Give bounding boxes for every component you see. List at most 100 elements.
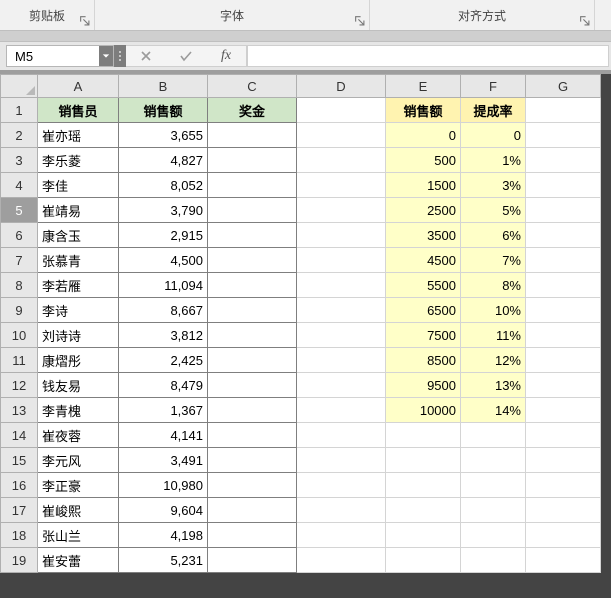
cell-C7[interactable] <box>208 248 297 273</box>
cell-D8[interactable] <box>297 273 386 298</box>
cell-F18[interactable] <box>461 523 526 548</box>
cell-D7[interactable] <box>297 248 386 273</box>
col-header-B[interactable]: B <box>119 75 208 98</box>
cell-A12[interactable]: 钱友易 <box>38 373 119 398</box>
cell-A3[interactable]: 李乐菱 <box>38 148 119 173</box>
cell-F9[interactable]: 10% <box>461 298 526 323</box>
col-header-C[interactable]: C <box>208 75 297 98</box>
cell-G7[interactable] <box>526 248 601 273</box>
cell-D1[interactable] <box>297 98 386 123</box>
cell-G14[interactable] <box>526 423 601 448</box>
cell-C18[interactable] <box>208 523 297 548</box>
cell-B12[interactable]: 8,479 <box>119 373 208 398</box>
col-header-G[interactable]: G <box>526 75 601 98</box>
cell-C9[interactable] <box>208 298 297 323</box>
row-header[interactable]: 15 <box>1 448 38 473</box>
cell-E9[interactable]: 6500 <box>386 298 461 323</box>
cell-B14[interactable]: 4,141 <box>119 423 208 448</box>
row-header[interactable]: 16 <box>1 473 38 498</box>
cell-B1[interactable]: 销售额 <box>119 98 208 123</box>
cell-G8[interactable] <box>526 273 601 298</box>
cell-B15[interactable]: 3,491 <box>119 448 208 473</box>
cell-F12[interactable]: 13% <box>461 373 526 398</box>
cell-C14[interactable] <box>208 423 297 448</box>
col-header-F[interactable]: F <box>461 75 526 98</box>
cell-F4[interactable]: 3% <box>461 173 526 198</box>
cell-E2[interactable]: 0 <box>386 123 461 148</box>
cell-B10[interactable]: 3,812 <box>119 323 208 348</box>
cell-D14[interactable] <box>297 423 386 448</box>
cell-B19[interactable]: 5,231 <box>119 548 208 573</box>
cell-G15[interactable] <box>526 448 601 473</box>
dialog-launcher-icon[interactable] <box>579 15 590 26</box>
row-header[interactable]: 11 <box>1 348 38 373</box>
cell-B16[interactable]: 10,980 <box>119 473 208 498</box>
cell-G6[interactable] <box>526 223 601 248</box>
cell-B6[interactable]: 2,915 <box>119 223 208 248</box>
cell-A1[interactable]: 销售员 <box>38 98 119 123</box>
cell-B4[interactable]: 8,052 <box>119 173 208 198</box>
cell-A10[interactable]: 刘诗诗 <box>38 323 119 348</box>
cell-G12[interactable] <box>526 373 601 398</box>
cell-E11[interactable]: 8500 <box>386 348 461 373</box>
cell-E13[interactable]: 10000 <box>386 398 461 423</box>
cell-D6[interactable] <box>297 223 386 248</box>
cell-C5[interactable] <box>208 198 297 223</box>
dialog-launcher-icon[interactable] <box>354 15 365 26</box>
row-header[interactable]: 17 <box>1 498 38 523</box>
cell-F5[interactable]: 5% <box>461 198 526 223</box>
col-header-E[interactable]: E <box>386 75 461 98</box>
enter-icon[interactable] <box>166 46 206 66</box>
row-header[interactable]: 5 <box>1 198 38 223</box>
cell-F19[interactable] <box>461 548 526 573</box>
cell-E16[interactable] <box>386 473 461 498</box>
cell-C17[interactable] <box>208 498 297 523</box>
row-header[interactable]: 7 <box>1 248 38 273</box>
row-header[interactable]: 6 <box>1 223 38 248</box>
cell-F15[interactable] <box>461 448 526 473</box>
cell-E19[interactable] <box>386 548 461 573</box>
cell-A15[interactable]: 李元风 <box>38 448 119 473</box>
cell-D9[interactable] <box>297 298 386 323</box>
cell-D12[interactable] <box>297 373 386 398</box>
cell-B5[interactable]: 3,790 <box>119 198 208 223</box>
cell-E3[interactable]: 500 <box>386 148 461 173</box>
cell-D18[interactable] <box>297 523 386 548</box>
cell-G4[interactable] <box>526 173 601 198</box>
row-header[interactable]: 3 <box>1 148 38 173</box>
cell-F8[interactable]: 8% <box>461 273 526 298</box>
cell-F1[interactable]: 提成率 <box>461 98 526 123</box>
cell-E17[interactable] <box>386 498 461 523</box>
cell-B11[interactable]: 2,425 <box>119 348 208 373</box>
cell-B9[interactable]: 8,667 <box>119 298 208 323</box>
cell-A13[interactable]: 李青槐 <box>38 398 119 423</box>
cell-F13[interactable]: 14% <box>461 398 526 423</box>
cell-E5[interactable]: 2500 <box>386 198 461 223</box>
cell-G13[interactable] <box>526 398 601 423</box>
col-header-A[interactable]: A <box>38 75 119 98</box>
cell-C2[interactable] <box>208 123 297 148</box>
cell-G10[interactable] <box>526 323 601 348</box>
cell-D2[interactable] <box>297 123 386 148</box>
cell-G18[interactable] <box>526 523 601 548</box>
cell-A8[interactable]: 李若雁 <box>38 273 119 298</box>
row-header[interactable]: 1 <box>1 98 38 123</box>
cell-D11[interactable] <box>297 348 386 373</box>
cell-G11[interactable] <box>526 348 601 373</box>
col-header-D[interactable]: D <box>297 75 386 98</box>
cell-D10[interactable] <box>297 323 386 348</box>
name-box-dropdown[interactable] <box>99 46 113 66</box>
cell-D19[interactable] <box>297 548 386 573</box>
cell-E6[interactable]: 3500 <box>386 223 461 248</box>
cell-D17[interactable] <box>297 498 386 523</box>
cell-F6[interactable]: 6% <box>461 223 526 248</box>
cell-F7[interactable]: 7% <box>461 248 526 273</box>
cell-C4[interactable] <box>208 173 297 198</box>
cell-D13[interactable] <box>297 398 386 423</box>
cell-C3[interactable] <box>208 148 297 173</box>
cell-G9[interactable] <box>526 298 601 323</box>
cell-E7[interactable]: 4500 <box>386 248 461 273</box>
row-header[interactable]: 9 <box>1 298 38 323</box>
cell-D3[interactable] <box>297 148 386 173</box>
cell-G16[interactable] <box>526 473 601 498</box>
